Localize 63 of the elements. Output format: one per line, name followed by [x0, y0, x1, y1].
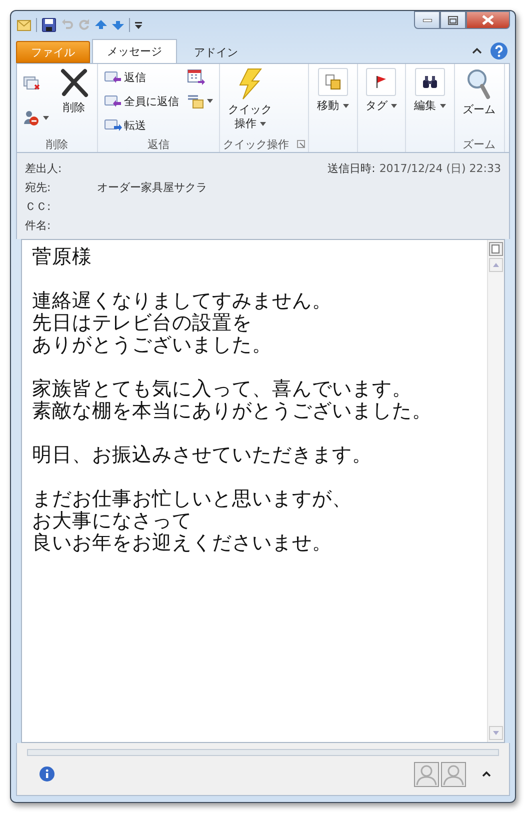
calendar-icon — [187, 69, 205, 85]
field-label: 件名: — [25, 218, 52, 233]
down-arrow-icon[interactable] — [112, 20, 124, 30]
ribbon-button[interactable]: 返信 — [101, 66, 182, 88]
field-label: ＣＣ: — [25, 199, 52, 214]
message-paragraph: まだお仕事お忙しいと思いますが、 お大事になさって 良いお年をお迎えくださいませ。 — [32, 488, 353, 554]
scroll-up-icon — [489, 258, 503, 272]
restore-button[interactable] — [440, 11, 466, 29]
scroll-down-icon — [489, 726, 503, 740]
up-arrow-icon[interactable] — [95, 20, 107, 30]
collapse-ribbon-icon[interactable] — [472, 47, 482, 55]
message-paragraph: 菅原様 — [32, 246, 93, 268]
ribbon-tab[interactable]: メッセージ — [92, 39, 177, 63]
group-label: ズーム — [462, 136, 496, 152]
message-paragraph: 連絡遅くなりましてすみません。 先日はテレビ台の設置を ありがとうございました。 — [32, 290, 333, 356]
delete-icon — [59, 68, 89, 98]
ribbon-button[interactable]: クイック 操作 — [223, 66, 277, 136]
close-icon — [482, 15, 494, 25]
minimize-button[interactable] — [414, 11, 440, 29]
expand-icon[interactable] — [482, 771, 491, 777]
ribbon-button[interactable]: タグ — [360, 66, 402, 136]
person-icon[interactable] — [414, 762, 439, 786]
minimize-icon — [422, 18, 432, 22]
blocked-person-icon — [23, 110, 41, 126]
sent-label: 送信日時: — [328, 161, 376, 176]
ribbon-button[interactable]: 編集 — [409, 66, 450, 136]
ribbon-button[interactable]: ズーム — [458, 66, 500, 136]
binoculars-icon — [422, 75, 438, 89]
restore-icon — [448, 16, 458, 24]
message-body[interactable]: 菅原様 連絡遅くなりましてすみません。 先日はテレビ台の設置を ありがとうございました。 家族皆とても気に入って、喜んでいます。 素敵な棚を本当にありがとうございました。 明日、お振込みさせていただきます。 まだお仕事お忙しいと思いますが、 お大事になさって 良いお年をお迎えくださいませ。 — [21, 239, 505, 743]
dialog-launcher-icon[interactable] — [297, 140, 305, 148]
field-value: オーダー家具屋サクラ — [97, 180, 207, 195]
group-label: 削除 — [46, 136, 68, 152]
lightning-icon — [237, 68, 263, 100]
close-button[interactable] — [466, 11, 510, 29]
flag-icon — [375, 75, 388, 89]
info-icon[interactable] — [39, 766, 55, 782]
reply-mail-icon — [104, 94, 122, 108]
reply-mail-icon — [104, 70, 122, 84]
field-label: 差出人: — [25, 161, 63, 176]
field-label: 宛先: — [25, 180, 52, 195]
mail-icon — [17, 20, 31, 30]
message-paragraph: 明日、お振込みさせていただきます。 — [32, 444, 373, 466]
ignore-mail-icon — [23, 74, 41, 90]
group-label: クイック操作 — [223, 136, 289, 152]
zoom-page-icon — [489, 242, 503, 256]
mail-more-icon — [187, 93, 205, 109]
scrollbar[interactable] — [487, 240, 504, 742]
ribbon-button[interactable]: 転送 — [101, 114, 182, 136]
magnifier-icon — [466, 68, 492, 100]
customize-icon[interactable] — [135, 20, 142, 30]
ribbon-button[interactable]: 移動 — [312, 66, 354, 136]
save-icon[interactable] — [42, 18, 56, 32]
move-icon — [324, 74, 341, 90]
forward-mail-icon — [104, 118, 122, 132]
group-label: 返信 — [148, 136, 170, 152]
sent-date: 2017/12/24 (日) 22:33 — [379, 161, 501, 176]
message-paragraph: 家族皆とても気に入って、喜んでいます。 素敵な棚を本当にありがとうございました。 — [32, 378, 433, 422]
help-icon[interactable] — [490, 42, 508, 60]
ribbon-tab[interactable]: アドイン — [179, 41, 253, 63]
person-icon[interactable] — [441, 762, 466, 786]
ribbon-button[interactable]: 全員に返信 — [101, 90, 182, 112]
ribbon-button[interactable]: 削除 — [54, 66, 94, 134]
